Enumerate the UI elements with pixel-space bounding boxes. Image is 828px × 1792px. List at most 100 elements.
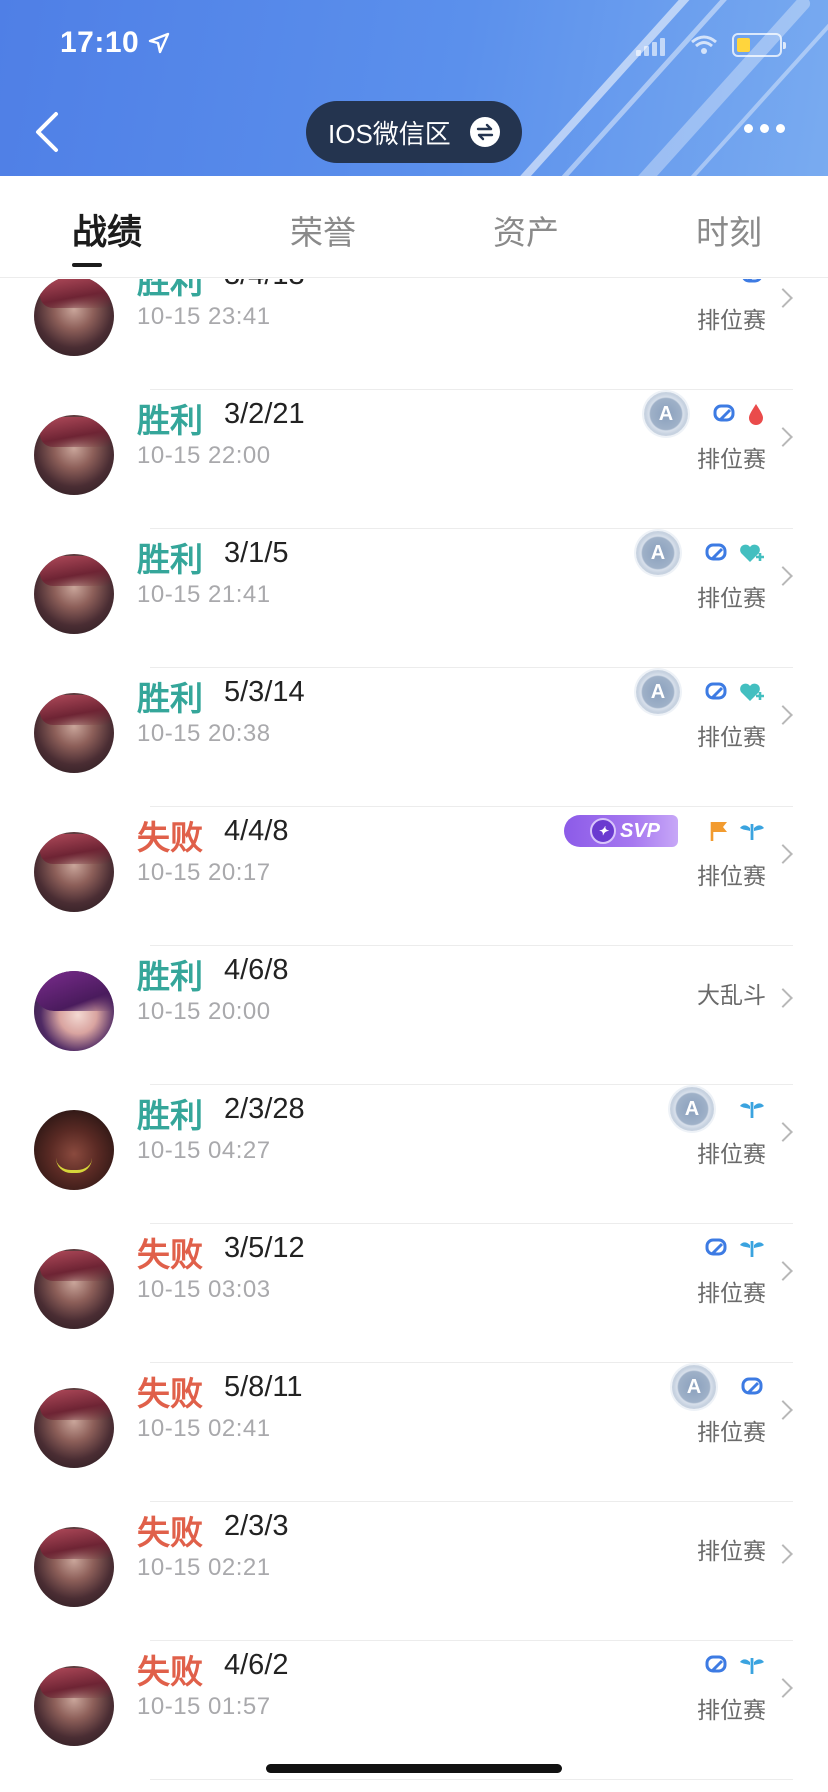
match-row[interactable]: 胜利 3/2/21 10-15 22:00 A 排位赛 (0, 390, 828, 529)
game-mode: 排位赛 (697, 1420, 766, 1446)
header-decoration (601, 0, 813, 176)
game-mode: 排位赛 (697, 308, 766, 334)
match-row[interactable]: 失败 4/6/2 10-15 01:57 排位赛 (0, 1641, 828, 1780)
match-time: 10-15 03:03 (137, 1276, 271, 1303)
game-mode: 排位赛 (697, 1698, 766, 1724)
blood-drop-icon (746, 402, 766, 426)
tab-assets[interactable]: 资产 (493, 206, 559, 254)
kda-score: 3/5/12 (224, 1232, 305, 1264)
chevron-right-icon (773, 288, 793, 308)
hero-avatar (34, 1388, 114, 1468)
svp-star-icon: ✦ (589, 818, 616, 844)
game-mode: 排位赛 (697, 447, 766, 473)
chevron-right-icon (773, 844, 793, 864)
match-time: 10-15 21:41 (137, 581, 271, 608)
match-badges: A (636, 670, 766, 714)
match-row[interactable]: 胜利 2/3/28 10-15 04:27 A 排位赛 (0, 1085, 828, 1224)
kda-score: 3/1/5 (224, 537, 289, 569)
more-options-button[interactable] (744, 124, 785, 133)
fist-icon (740, 1374, 766, 1400)
kda-score: 4/4/8 (224, 815, 289, 847)
hero-avatar (34, 693, 114, 773)
kda-score: 2/3/3 (224, 1510, 289, 1542)
match-result: 胜利 (137, 401, 203, 440)
match-time: 10-15 20:00 (137, 998, 271, 1025)
wings-icon (738, 820, 766, 842)
game-mode: 排位赛 (697, 586, 766, 612)
match-history-list: 胜利3/4/1310-15 23:41排位赛胜利3/2/2110-15 22:0… (0, 279, 828, 1792)
more-dots-icon (744, 124, 753, 133)
svp-label: SVP (619, 819, 661, 842)
match-result: 胜利 (137, 679, 203, 718)
region-switch-button[interactable]: IOS微信区 (306, 101, 522, 163)
match-result: 失败 (137, 818, 203, 857)
match-result: 失败 (137, 1652, 203, 1691)
battery-icon (732, 33, 786, 57)
chevron-right-icon (773, 1678, 793, 1698)
match-result: 胜利 (137, 279, 203, 301)
hero-avatar (34, 971, 114, 1051)
rank-a-badge-icon: A (636, 670, 680, 714)
chevron-right-icon (773, 1544, 793, 1564)
match-result: 胜利 (137, 957, 203, 996)
tab-honor[interactable]: 荣誉 (290, 206, 356, 254)
match-row[interactable]: 胜利 3/1/5 10-15 21:41 A 排位赛 (0, 529, 828, 668)
fist-icon (704, 540, 730, 566)
match-badges (704, 1228, 766, 1268)
chevron-right-icon (773, 705, 793, 725)
hero-avatar (34, 1110, 114, 1190)
match-time: 10-15 20:17 (137, 859, 271, 886)
match-result: 胜利 (137, 540, 203, 579)
match-row[interactable]: 胜利 5/3/14 10-15 20:38 A 排位赛 (0, 668, 828, 807)
match-result: 失败 (137, 1513, 203, 1552)
region-label: IOS微信区 (328, 118, 451, 149)
game-mode: 排位赛 (697, 725, 766, 751)
rank-a-badge-icon: A (670, 1087, 714, 1131)
kda-score: 3/2/21 (224, 398, 305, 430)
hero-avatar (34, 415, 114, 495)
kda-score: 4/6/8 (224, 954, 289, 986)
match-row[interactable]: 胜利 3/4/13 10-15 23:41 排位赛 (0, 279, 828, 390)
wifi-icon (691, 35, 717, 54)
fist-icon (704, 679, 730, 705)
svp-badge: ✦ SVP (564, 815, 678, 847)
status-time: 17:10 (60, 26, 140, 59)
chevron-right-icon (773, 566, 793, 586)
cellular-signal-icon (636, 38, 665, 56)
fist-icon (712, 401, 738, 427)
game-mode: 排位赛 (697, 1281, 766, 1307)
hero-avatar (34, 1249, 114, 1329)
match-row[interactable]: 失败 4/4/8 10-15 20:17 ✦ SVP 排位赛 (0, 807, 828, 946)
match-row[interactable]: 失败 3/5/12 10-15 03:03 排位赛 (0, 1224, 828, 1363)
game-mode: 排位赛 (697, 864, 766, 890)
chevron-right-icon (773, 1400, 793, 1420)
chevron-right-icon (773, 988, 793, 1008)
kda-score: 3/4/13 (224, 279, 305, 292)
kda-score: 5/3/14 (224, 676, 305, 708)
match-badges: ✦ SVP (564, 811, 766, 851)
match-time: 10-15 04:27 (137, 1137, 271, 1164)
match-time: 10-15 22:00 (137, 442, 271, 469)
back-button[interactable] (30, 108, 70, 158)
swap-arrows-icon (470, 117, 500, 147)
chevron-right-icon (773, 1122, 793, 1142)
active-tab-indicator (72, 263, 102, 267)
fist-icon (704, 1235, 730, 1261)
game-mode: 大乱斗 (697, 983, 766, 1009)
match-row[interactable]: 失败 5/8/11 10-15 02:41 A 排位赛 (0, 1363, 828, 1502)
tab-record[interactable]: 战绩 (72, 204, 142, 255)
game-mode: 排位赛 (697, 1142, 766, 1168)
hero-avatar (34, 1666, 114, 1746)
match-row[interactable]: 胜利 4/6/8 10-15 20:00 大乱斗 (0, 946, 828, 1085)
location-arrow-icon (148, 32, 170, 54)
match-row[interactable]: 失败 2/3/3 10-15 02:21 排位赛 (0, 1502, 828, 1641)
top-nav-bar: 17:10 IOS微信区 (0, 0, 828, 176)
tab-moments[interactable]: 时刻 (696, 206, 762, 254)
fist-icon (740, 279, 766, 288)
wings-icon (738, 1098, 766, 1120)
hero-avatar (34, 554, 114, 634)
hero-avatar (34, 279, 114, 356)
kda-score: 2/3/28 (224, 1093, 305, 1125)
match-result: 失败 (137, 1235, 203, 1274)
match-badges: A (636, 531, 766, 575)
